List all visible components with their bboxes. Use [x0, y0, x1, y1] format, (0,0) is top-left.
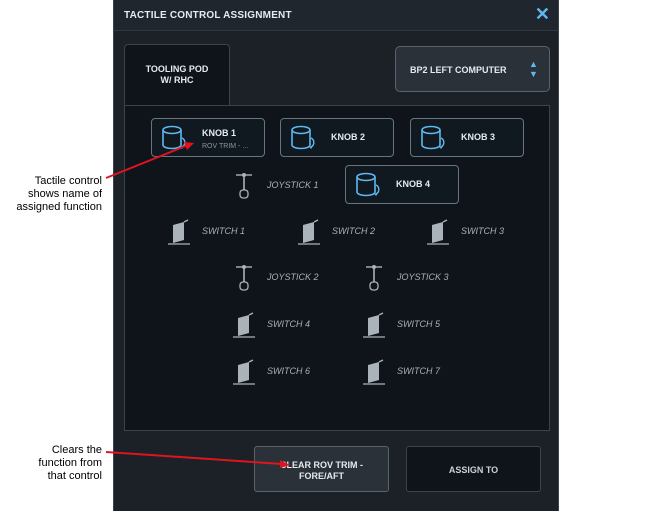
- annotation-arrow: [105, 144, 189, 179]
- arrowhead: [280, 460, 290, 468]
- annotation-arrow: [105, 451, 283, 465]
- annotation-arrows: [105, 142, 290, 468]
- arrowhead: [184, 142, 194, 150]
